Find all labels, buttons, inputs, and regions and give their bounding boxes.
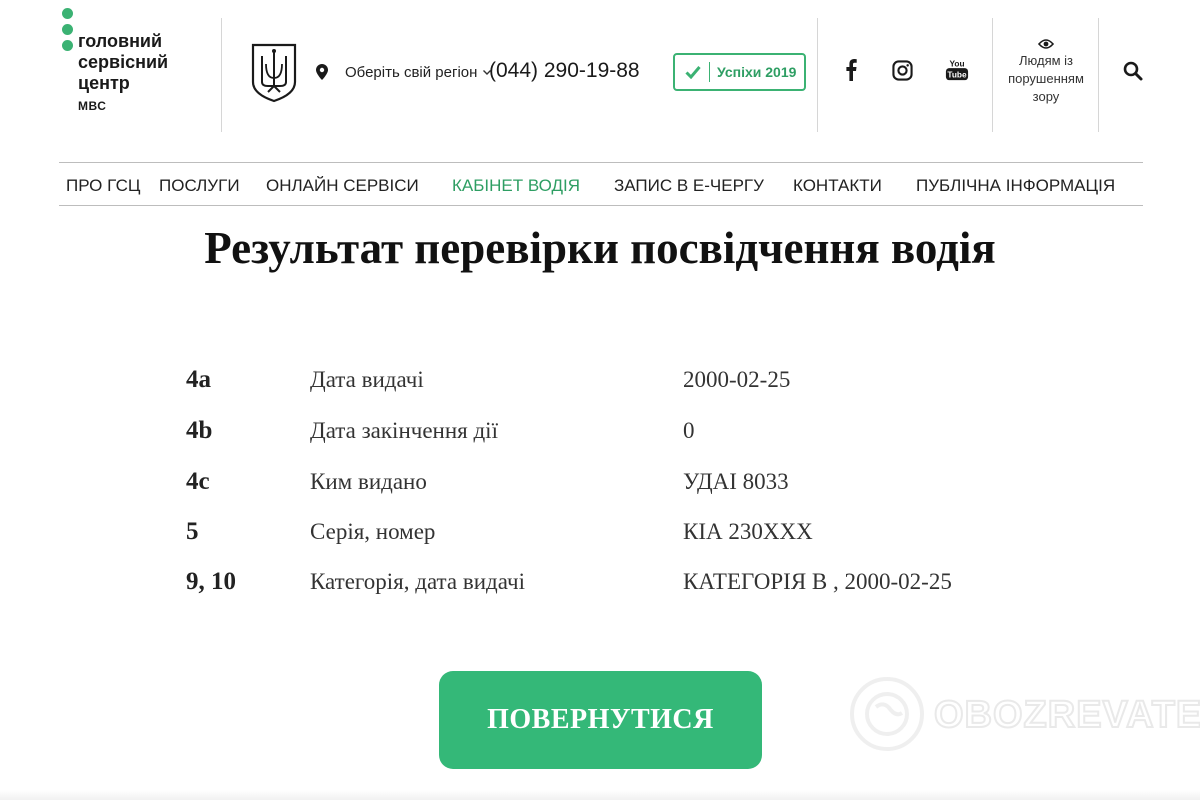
phone-number[interactable]: (044) 290-19-88 xyxy=(489,59,640,83)
back-button-label: ПОВЕРНУТИСЯ xyxy=(487,704,714,735)
page-title: Результат перевірки посвідчення водія xyxy=(204,223,996,273)
site-logo[interactable]: головний сервісний центр МВС xyxy=(62,8,212,118)
watermark-logo-icon xyxy=(850,677,924,751)
success-2019-button[interactable]: Успіхи 2019 xyxy=(673,53,806,91)
search-icon[interactable] xyxy=(1122,60,1144,82)
row-label: Категорія, дата видачі xyxy=(310,569,525,594)
logo-text: головний сервісний центр xyxy=(78,31,168,94)
coat-of-arms-icon xyxy=(251,43,297,103)
row-label: Дата закінчення дії xyxy=(310,418,498,443)
nav-item-online[interactable]: ОНЛАЙН СЕРВІСИ xyxy=(266,176,419,196)
bottom-shade xyxy=(0,790,1200,800)
header-divider xyxy=(221,18,222,132)
row-value: 0 xyxy=(683,418,695,443)
site-header: головний сервісний центр МВС Оберіть сві… xyxy=(0,0,1200,140)
row-code: 5 xyxy=(186,518,199,545)
facebook-icon[interactable] xyxy=(837,56,865,84)
svg-text:Tube: Tube xyxy=(947,69,967,79)
logo-subtitle: МВС xyxy=(78,99,107,113)
nav-item-e-queue[interactable]: ЗАПИС В Е-ЧЕРГУ xyxy=(614,176,764,196)
row-label: Дата видачі xyxy=(310,367,424,392)
accessibility-label-1: Людям із xyxy=(1018,53,1074,68)
header-divider xyxy=(817,18,818,132)
row-code: 4c xyxy=(186,468,210,495)
row-code: 4a xyxy=(186,366,211,393)
info-row: 5 Серія, номер КІА 230XXX xyxy=(186,518,1086,550)
logo-line-1: головний xyxy=(78,31,163,51)
row-code: 9, 10 xyxy=(186,568,236,595)
header-divider xyxy=(1098,18,1099,132)
logo-dots xyxy=(62,8,74,56)
main-nav: ПРО ГСЦ ПОСЛУГИ ОНЛАЙН СЕРВІСИ КАБІНЕТ В… xyxy=(59,162,1143,206)
nav-item-contacts[interactable]: КОНТАКТИ xyxy=(793,176,882,196)
accessibility-toggle[interactable]: Людям із порушенням зору xyxy=(993,38,1099,106)
row-value: 2000-02-25 xyxy=(683,367,791,392)
nav-item-services[interactable]: ПОСЛУГИ xyxy=(159,176,240,196)
row-label: Ким видано xyxy=(310,469,427,494)
row-value: УДАІ 8033 xyxy=(683,469,789,494)
region-selector[interactable]: Оберіть свій регіон xyxy=(316,62,492,82)
youtube-icon[interactable]: You Tube xyxy=(942,56,972,84)
logo-line-2: сервісний xyxy=(78,52,169,72)
info-row: 9, 10 Категорія, дата видачі КАТЕГОРІЯ В… xyxy=(186,568,1086,600)
region-label: Оберіть свій регіон xyxy=(345,63,478,81)
row-value: КІА 230XXX xyxy=(683,519,813,544)
accessibility-label-2: порушенням xyxy=(1008,71,1084,86)
row-value: КАТЕГОРІЯ В , 2000-02-25 xyxy=(683,569,952,594)
logo-line-3: центр xyxy=(78,73,130,93)
success-button-label: Успіхи 2019 xyxy=(717,64,797,80)
watermark-text: OBOZREVATEL xyxy=(933,693,1200,737)
obozrevatel-watermark: OBOZREVATEL xyxy=(850,676,1200,754)
nav-item-public-info[interactable]: ПУБЛІЧНА ІНФОРМАЦІЯ xyxy=(916,176,1115,196)
nav-item-about[interactable]: ПРО ГСЦ xyxy=(66,176,140,196)
eye-icon xyxy=(1038,39,1054,49)
back-button[interactable]: ПОВЕРНУТИСЯ xyxy=(439,671,762,769)
button-separator xyxy=(709,62,710,82)
info-row: 4b Дата закінчення дії 0 xyxy=(186,417,1086,449)
row-code: 4b xyxy=(186,417,213,444)
accessibility-label-3: зору xyxy=(1032,89,1060,104)
instagram-icon[interactable] xyxy=(888,56,916,84)
location-pin-icon xyxy=(316,64,328,80)
checkmark-icon xyxy=(685,66,701,79)
row-label: Серія, номер xyxy=(310,519,436,544)
info-row: 4c Ким видано УДАІ 8033 xyxy=(186,468,1086,500)
svg-text:You: You xyxy=(949,58,964,68)
nav-item-driver-cabinet[interactable]: КАБІНЕТ ВОДІЯ xyxy=(452,176,580,196)
info-row: 4a Дата видачі 2000-02-25 xyxy=(186,366,1086,398)
